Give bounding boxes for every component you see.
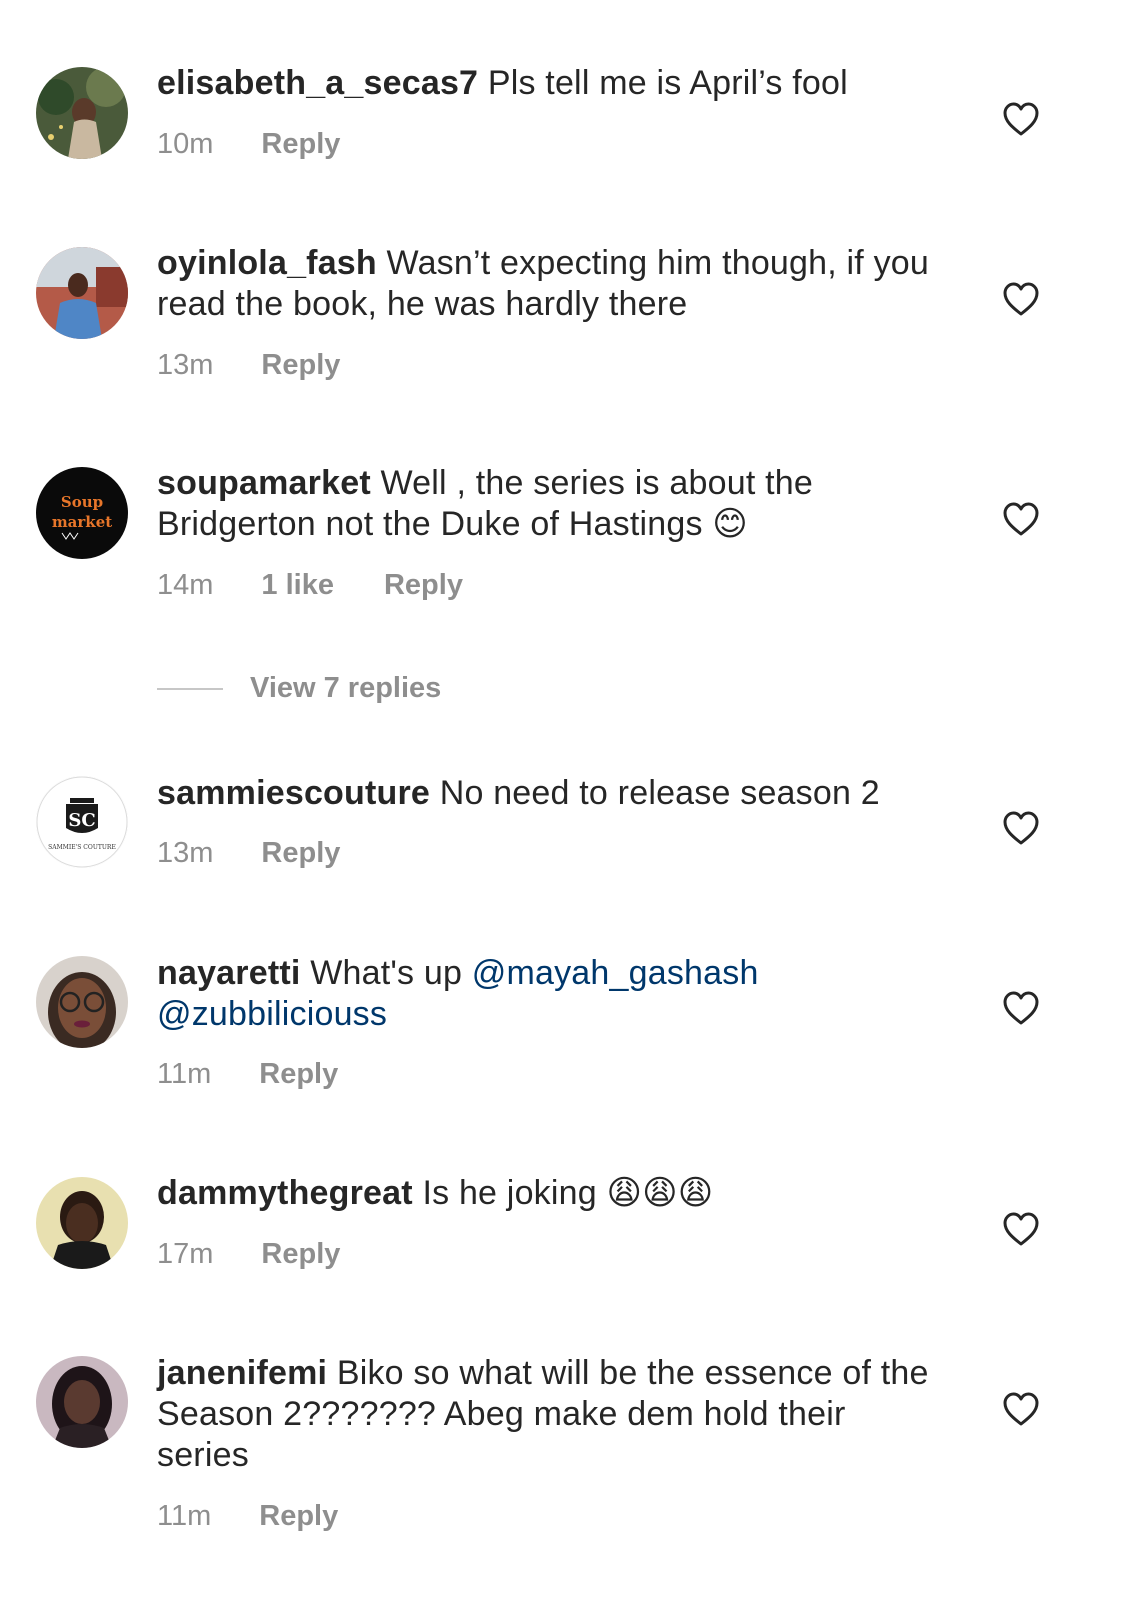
likes-count[interactable]: 1 like (261, 565, 334, 605)
avatar[interactable] (36, 956, 128, 1048)
heart-outline-icon[interactable] (1002, 281, 1040, 317)
avatar[interactable] (36, 247, 128, 339)
heart-outline-icon[interactable] (1002, 990, 1040, 1026)
timestamp: 13m (157, 349, 214, 381)
username[interactable]: oyinlola_fash (157, 244, 377, 282)
comment-body: What's up (310, 954, 463, 992)
divider-line (157, 688, 223, 691)
heart-outline-icon[interactable] (1002, 1391, 1040, 1427)
comment-text: elisabeth_a_secas7 Pls tell me is April’… (157, 63, 937, 104)
smiling-emoji: 😊 (712, 504, 748, 544)
comment-body: No need to release season 2 (439, 774, 880, 812)
reply-button[interactable]: Reply (261, 345, 340, 385)
svg-text:market: market (52, 513, 112, 531)
view-replies-button[interactable]: View 7 replies (157, 668, 441, 708)
comment-meta: 11m Reply (157, 1496, 338, 1536)
username[interactable]: nayaretti (157, 954, 301, 992)
svg-text:SC: SC (68, 810, 95, 831)
comment-text: soupamarket Well , the series is about t… (157, 463, 937, 545)
comment-text: janenifemi Biko so what will be the esse… (157, 1353, 937, 1476)
svg-text:SAMMIE'S COUTURE: SAMMIE'S COUTURE (48, 844, 116, 851)
comment-meta: 13m Reply (157, 833, 340, 873)
heart-outline-icon[interactable] (1002, 810, 1040, 846)
comment-text: sammiescouture No need to release season… (157, 773, 937, 814)
timestamp: 11m (157, 1500, 212, 1532)
avatar[interactable]: SC SAMMIE'S COUTURE (36, 776, 128, 868)
mention-link[interactable]: @mayah_gashash (472, 954, 759, 992)
heart-outline-icon[interactable] (1002, 101, 1040, 137)
timestamp: 17m (157, 1238, 214, 1270)
heart-outline-icon[interactable] (1002, 501, 1040, 537)
comment-meta: 13m Reply (157, 345, 340, 385)
avatar[interactable] (36, 1356, 128, 1448)
weary-face-emoji: 😩😩😩 (606, 1173, 714, 1213)
avatar[interactable] (36, 1177, 128, 1269)
avatar[interactable] (36, 67, 128, 159)
timestamp: 10m (157, 128, 214, 160)
comment-body: Pls tell me is April’s fool (487, 64, 848, 102)
comment-meta: 10m Reply (157, 124, 340, 164)
comment-meta: 17m Reply (157, 1234, 340, 1274)
mention-link[interactable]: @zubbiliciouss (157, 995, 387, 1033)
timestamp: 13m (157, 837, 214, 869)
svg-text:Soup: Soup (61, 493, 103, 511)
avatar[interactable]: Soup market (36, 467, 128, 559)
comment-body: Is he joking (422, 1174, 597, 1212)
reply-button[interactable]: Reply (261, 1234, 340, 1274)
heart-outline-icon[interactable] (1002, 1211, 1040, 1247)
username[interactable]: soupamarket (157, 464, 371, 502)
reply-button[interactable]: Reply (259, 1496, 338, 1536)
timestamp: 14m (157, 569, 214, 601)
reply-button[interactable]: Reply (259, 1054, 338, 1094)
username[interactable]: dammythegreat (157, 1174, 413, 1212)
comment-text: dammythegreat Is he joking 😩😩😩 (157, 1173, 937, 1214)
comment-text: oyinlola_fash Wasn’t expecting him thoug… (157, 243, 937, 325)
comment-meta: 14m 1 like Reply (157, 565, 463, 605)
comment-meta: 11m Reply (157, 1054, 338, 1094)
reply-button[interactable]: Reply (384, 565, 463, 605)
comment-text: nayaretti What's up @mayah_gashash @zubb… (157, 953, 937, 1035)
reply-button[interactable]: Reply (261, 833, 340, 873)
view-replies-label: View 7 replies (250, 672, 442, 704)
username[interactable]: elisabeth_a_secas7 (157, 64, 478, 102)
reply-button[interactable]: Reply (261, 124, 340, 164)
username[interactable]: janenifemi (157, 1354, 327, 1392)
username[interactable]: sammiescouture (157, 774, 430, 812)
timestamp: 11m (157, 1058, 212, 1090)
